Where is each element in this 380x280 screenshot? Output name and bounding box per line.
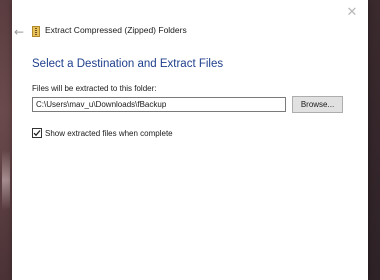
wizard-header: ← Extract Compressed (Zipped) Folders <box>12 22 368 42</box>
zip-folder-icon <box>32 26 40 37</box>
desktop-background-right <box>368 0 380 280</box>
page-heading: Select a Destination and Extract Files <box>32 58 224 70</box>
browse-button[interactable]: Browse... <box>292 96 343 113</box>
destination-path-input[interactable] <box>32 97 286 112</box>
window-title: Extract Compressed (Zipped) Folders <box>45 25 187 35</box>
show-files-checkbox[interactable] <box>32 128 42 138</box>
desktop-background-left <box>0 0 12 280</box>
back-arrow-icon[interactable]: ← <box>12 22 26 42</box>
checkmark-icon <box>33 130 41 137</box>
extract-wizard-window: ✕ ← Extract Compressed (Zipped) Folders … <box>12 0 368 280</box>
destination-folder-label: Files will be extracted to this folder: <box>32 84 157 93</box>
show-files-label[interactable]: Show extracted files when complete <box>45 128 173 139</box>
close-icon[interactable]: ✕ <box>342 4 362 22</box>
